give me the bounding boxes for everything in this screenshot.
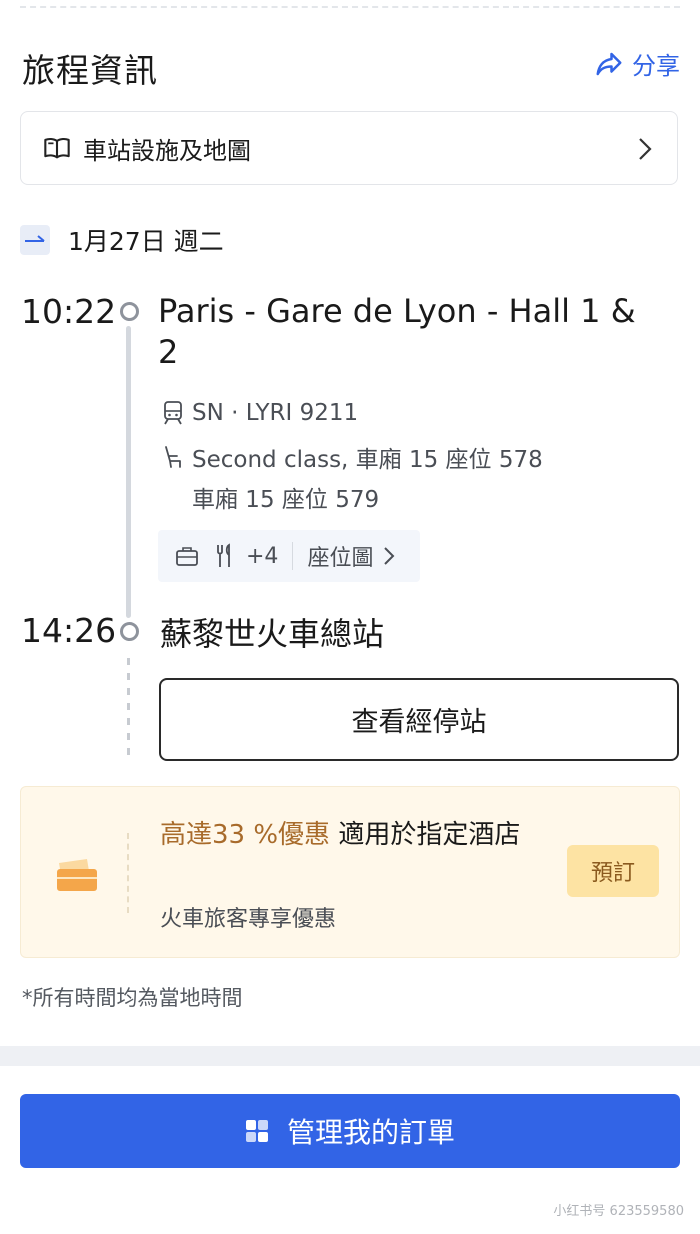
view-stops-button[interactable]: 查看經停站: [159, 678, 679, 761]
chevron-right-icon: [384, 547, 395, 565]
train-info: SN · LYRI 9211: [192, 400, 359, 426]
hotel-promo-card[interactable]: 高達33 %優惠 適用於指定酒店 火車旅客專享優惠 預訂: [20, 786, 680, 958]
seat-map-link[interactable]: 座位圖: [307, 540, 395, 572]
header: 旅程資訊 分享: [22, 40, 680, 90]
departure-time: 10:22: [21, 292, 117, 331]
departure-node: [120, 302, 139, 321]
date-row: 1月27日 週二: [20, 222, 224, 258]
dining-icon: [217, 543, 230, 567]
train-info-row: SN · LYRI 9211: [162, 400, 358, 426]
amenities-divider: [292, 542, 294, 570]
journey-date: 1月27日 週二: [68, 227, 224, 256]
arrival-time: 14:26: [21, 611, 117, 650]
timeline-line: [126, 326, 131, 618]
direction-badge: [20, 225, 50, 255]
amenities-bar: +4 座位圖: [158, 530, 420, 582]
direction-arrow-icon: [25, 235, 45, 242]
luggage-icon: [176, 547, 198, 566]
manage-booking-label: 管理我的訂單: [286, 1116, 455, 1149]
train-icon: [164, 401, 182, 425]
arrival-node: [120, 622, 139, 641]
seat-info-line2: 車廂 15 座位 579: [192, 487, 380, 513]
page-title: 旅程資訊: [22, 51, 158, 90]
promo-subtext: 火車旅客專享優惠: [160, 907, 337, 932]
share-icon: [596, 52, 622, 75]
watermark: 小红书号 623559580: [553, 1204, 684, 1219]
seat-info-row: Second class, 車廂 15 座位 578: [162, 440, 543, 474]
seat-info-line1: Second class, 車廂 15 座位 578: [192, 447, 543, 473]
promo-headline: 高達33 %優惠 適用於指定酒店: [160, 815, 550, 855]
section-divider: [0, 1046, 700, 1066]
departure-station: Paris - Gare de Lyon - Hall 1 & 2: [158, 292, 636, 371]
promo-book-button[interactable]: 預訂: [567, 845, 659, 897]
promo-text: 適用於指定酒店: [330, 820, 521, 850]
share-label: 分享: [632, 52, 680, 80]
timeline-dotted: [127, 658, 130, 758]
arrival-station: 蘇黎世火車總站: [160, 615, 385, 653]
seat-map-label: 座位圖: [307, 546, 374, 571]
chevron-right-icon: [639, 138, 652, 160]
promo-divider: [127, 833, 129, 913]
share-button[interactable]: 分享: [594, 46, 680, 81]
manage-booking-button[interactable]: 管理我的訂單: [20, 1094, 680, 1168]
amenities-more: +4: [246, 543, 279, 569]
promo-highlight: 高達33 %優惠: [160, 820, 331, 850]
station-facilities-label: 車站設施及地圖: [83, 136, 251, 165]
top-divider: [20, 6, 680, 8]
ticket-icon: [57, 859, 97, 891]
book-icon: [44, 138, 70, 159]
station-facilities-card[interactable]: 車站設施及地圖: [20, 111, 678, 185]
grid-icon: [245, 1120, 268, 1142]
seat-icon: [165, 446, 181, 468]
local-time-note: *所有時間均為當地時間: [22, 986, 243, 1010]
